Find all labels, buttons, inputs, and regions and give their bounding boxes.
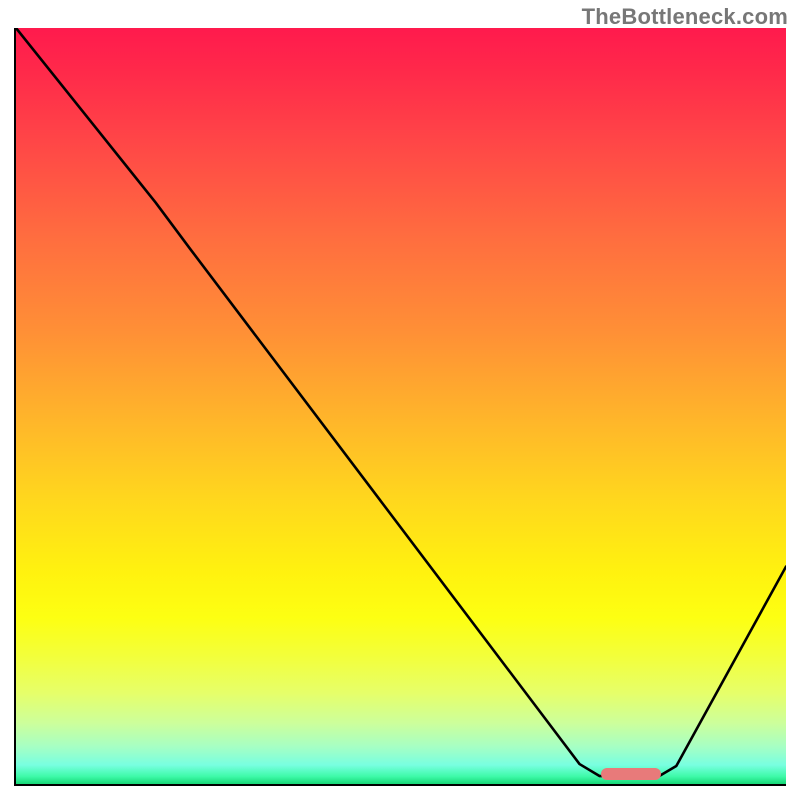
bottleneck-chart: TheBottleneck.com xyxy=(0,0,800,800)
watermark-text: TheBottleneck.com xyxy=(582,4,788,30)
optimum-marker xyxy=(601,768,661,780)
plot-area xyxy=(14,28,786,786)
bottleneck-curve xyxy=(16,28,786,784)
